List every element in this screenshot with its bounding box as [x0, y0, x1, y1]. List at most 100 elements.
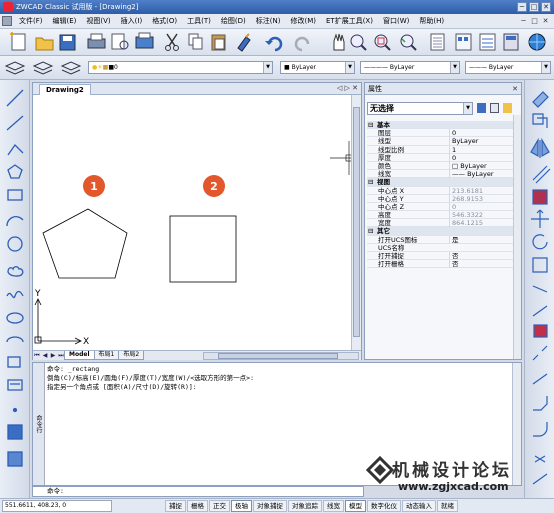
- property-row[interactable]: 中心点 X 213.6181: [367, 186, 521, 195]
- move-tool-icon[interactable]: [531, 209, 549, 228]
- layer-previous-icon[interactable]: [60, 61, 82, 75]
- quick-select-icon[interactable]: [503, 103, 512, 113]
- minimize-button[interactable]: ─: [517, 2, 527, 12]
- paste-icon[interactable]: [211, 34, 226, 51]
- linetype-dropdown[interactable]: ———— ByLayer ▼: [360, 61, 460, 74]
- stretch-tool-icon[interactable]: [532, 285, 548, 293]
- properties-close-icon[interactable]: ✕: [512, 83, 518, 95]
- menu-edit[interactable]: 编辑(E): [48, 16, 82, 26]
- select-objects-icon[interactable]: [490, 103, 499, 113]
- status-toggle-button[interactable]: 线宽: [323, 500, 344, 512]
- tab-model[interactable]: Model: [64, 351, 95, 360]
- status-toggle-button[interactable]: 正交: [209, 500, 230, 512]
- horizontal-scrollbar[interactable]: [203, 352, 359, 360]
- save-icon[interactable]: [59, 34, 76, 51]
- join-tool-icon[interactable]: [532, 373, 548, 385]
- layer-state-icon[interactable]: [32, 61, 54, 75]
- menu-dimension[interactable]: 标注(N): [251, 16, 286, 26]
- status-toggle-button[interactable]: 对象追踪: [288, 500, 322, 512]
- property-value[interactable]: 否: [449, 252, 521, 260]
- menu-view[interactable]: 视图(V): [81, 16, 115, 26]
- fillet-tool-icon[interactable]: [533, 422, 548, 437]
- mirror-tool-icon[interactable]: [530, 137, 550, 158]
- polygon-tool-icon[interactable]: [7, 164, 23, 179]
- square-shape[interactable]: [169, 215, 237, 283]
- property-row[interactable]: 中心点 Y 268.9153: [367, 194, 521, 203]
- ellipse-arc-tool-icon[interactable]: [6, 336, 24, 343]
- property-value[interactable]: 546.3322: [449, 211, 521, 220]
- calculator-icon[interactable]: [503, 33, 519, 51]
- status-toggle-button[interactable]: 捕捉: [165, 500, 186, 512]
- open-folder-icon[interactable]: [35, 37, 54, 51]
- status-toggle-button[interactable]: 对象捕捉: [253, 500, 287, 512]
- property-row[interactable]: 厚度 0: [367, 153, 521, 162]
- menu-insert[interactable]: 插入(I): [116, 16, 148, 26]
- property-value[interactable]: 否: [449, 260, 521, 269]
- maximize-button[interactable]: □: [529, 2, 539, 12]
- ellipse-tool-icon[interactable]: [6, 312, 24, 324]
- property-value[interactable]: 是: [449, 235, 521, 244]
- zoom-window-icon[interactable]: [374, 34, 391, 51]
- arc-tool-icon[interactable]: [6, 216, 24, 227]
- property-row[interactable]: 线型比例 1: [367, 145, 521, 154]
- status-toggle-button[interactable]: 就绪: [437, 500, 458, 512]
- region-tool-icon[interactable]: [7, 451, 23, 467]
- close-button[interactable]: ✕: [541, 2, 551, 12]
- mdi-restore-button[interactable]: □: [530, 16, 539, 26]
- toggle-pickadd-icon[interactable]: [477, 103, 486, 113]
- status-toggle-button[interactable]: 模型: [345, 500, 366, 512]
- hatch-tool-icon[interactable]: [7, 424, 23, 440]
- tool-palette-icon[interactable]: [479, 33, 496, 51]
- command-input[interactable]: 命令:: [32, 486, 364, 497]
- make-block-icon[interactable]: [7, 379, 23, 391]
- tab-drawing2[interactable]: Drawing2: [39, 84, 91, 95]
- property-value[interactable]: ByLayer: [449, 137, 521, 146]
- property-value[interactable]: 0: [449, 202, 521, 211]
- circle-tool-icon[interactable]: [7, 236, 23, 252]
- properties-icon[interactable]: [430, 33, 445, 51]
- property-row[interactable]: 宽度 864.1215: [367, 219, 521, 228]
- pan-hand-icon[interactable]: [333, 33, 345, 51]
- redo-icon[interactable]: [294, 36, 310, 52]
- status-toggle-button[interactable]: 极轴: [231, 500, 252, 512]
- property-row[interactable]: UCS名称: [367, 244, 521, 252]
- plot-icon[interactable]: [135, 32, 154, 49]
- offset-tool-icon[interactable]: [532, 165, 551, 184]
- ray-tool-icon[interactable]: [6, 115, 24, 131]
- property-row[interactable]: 打开栅格 否: [367, 260, 521, 269]
- property-row[interactable]: 线型 ByLayer: [367, 137, 521, 146]
- pentagon-shape[interactable]: [42, 208, 128, 279]
- scale-tool-icon[interactable]: [532, 257, 548, 273]
- erase-tool-icon[interactable]: [532, 91, 549, 108]
- extend-tool-icon[interactable]: [533, 324, 548, 338]
- color-dropdown[interactable]: ■ ByLayer ▼: [280, 61, 355, 74]
- document-icon[interactable]: [2, 16, 12, 26]
- property-row[interactable]: 中心点 Z 0: [367, 202, 521, 212]
- property-row[interactable]: 高度 546.3322: [367, 211, 521, 220]
- property-row[interactable]: 图层 0: [367, 129, 521, 138]
- property-category[interactable]: 基本: [367, 121, 521, 130]
- undo-icon[interactable]: [265, 36, 283, 52]
- lengthen-tool-icon[interactable]: [532, 473, 548, 485]
- property-category[interactable]: 其它: [367, 227, 521, 236]
- property-row[interactable]: 打开UCS图标 是: [367, 235, 521, 244]
- copy-icon[interactable]: [188, 33, 203, 50]
- polyline-tool-icon[interactable]: [7, 143, 24, 156]
- spline-tool-icon[interactable]: [6, 290, 24, 299]
- vertical-scroll-thumb[interactable]: [353, 107, 360, 337]
- zoom-previous-icon[interactable]: [400, 34, 417, 51]
- line-tool-icon[interactable]: [6, 89, 24, 107]
- break-tool-icon[interactable]: [532, 345, 548, 361]
- property-value[interactable]: 0: [449, 129, 521, 138]
- drawing-canvas[interactable]: 1 2 Y X: [33, 95, 353, 350]
- mdi-minimize-button[interactable]: ─: [519, 16, 528, 26]
- tab-layout2[interactable]: 布局2: [118, 351, 145, 360]
- rectangle-tool-icon[interactable]: [7, 189, 23, 201]
- next-tab-arrow-icon[interactable]: ▶: [49, 352, 57, 359]
- property-value[interactable]: 864.1215: [449, 219, 521, 228]
- zoom-realtime-icon[interactable]: [350, 34, 367, 51]
- tab-layout1[interactable]: 布局1: [93, 351, 120, 360]
- menu-format[interactable]: 格式(O): [147, 16, 182, 26]
- horizontal-scroll-thumb[interactable]: [218, 353, 338, 359]
- layer-manager-icon[interactable]: [4, 61, 26, 75]
